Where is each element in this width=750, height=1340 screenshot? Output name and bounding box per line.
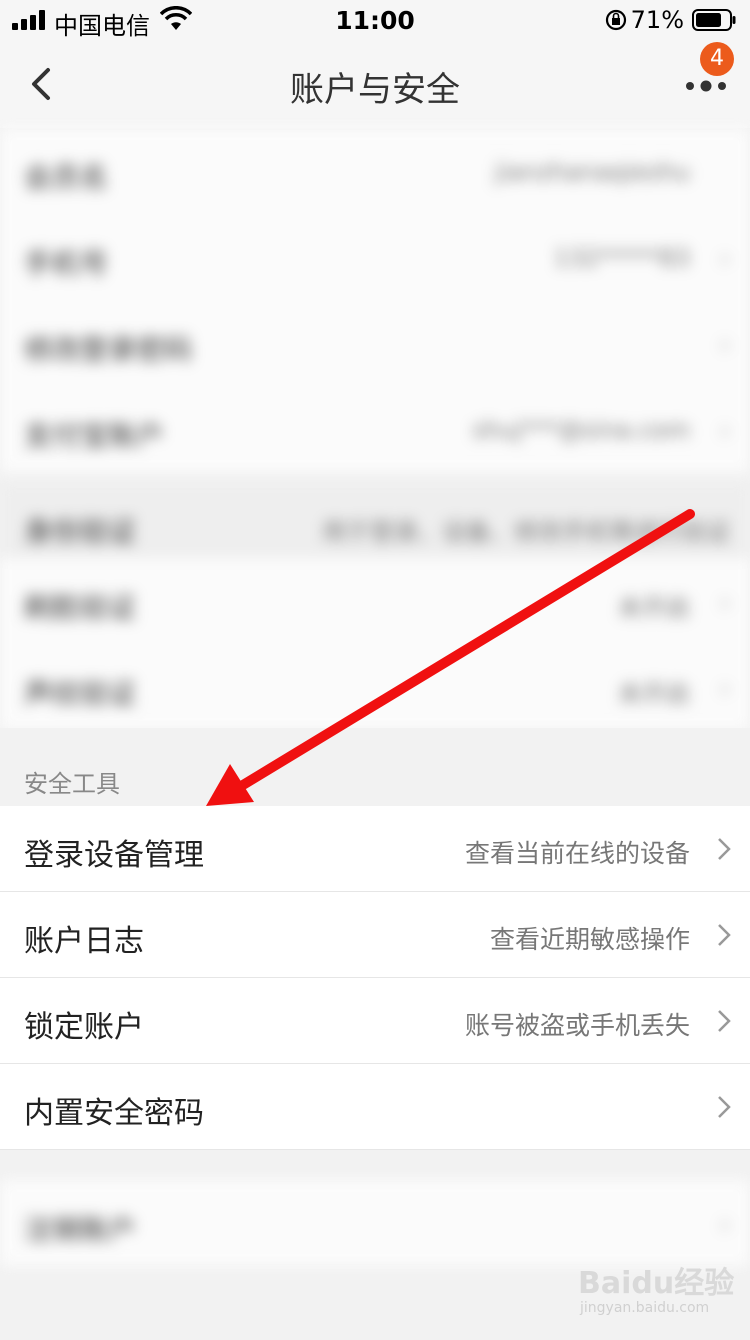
blurred-label: 手机号: [24, 247, 109, 280]
menu-item-label: 内置安全密码: [24, 1096, 204, 1131]
chevron-right-icon: ›: [719, 588, 730, 618]
notification-badge: 4: [700, 42, 734, 76]
chevron-right-icon: ›: [719, 244, 730, 274]
blurred-value: 未开启: [618, 680, 690, 708]
rotation-lock-icon: [605, 9, 627, 31]
chevron-right-icon: ›: [719, 674, 730, 704]
blurred-label: 会员名: [24, 161, 109, 194]
watermark-url: jingyan.baidu.com: [580, 1300, 710, 1316]
chevron-right-icon: [718, 1010, 731, 1032]
blurred-row-voice: 声纹验证 未开启 ›: [0, 644, 750, 730]
blurred-row-face: 刷脸验证 未开启 ›: [0, 558, 750, 644]
page-title: 账户与安全: [290, 70, 460, 110]
blurred-label: 刷脸验证: [24, 591, 137, 624]
blurred-label: 支付宝账户: [24, 419, 165, 452]
battery-icon: [692, 9, 736, 31]
blurred-value: jianzhanaqieshu: [494, 158, 690, 186]
menu-item-label: 锁定账户: [24, 1010, 144, 1045]
chevron-right-icon: ›: [719, 330, 730, 360]
security-tools-list: 登录设备管理 查看当前在线的设备 账户日志 查看近期敏感操作 锁定账户 账号被盗…: [0, 806, 750, 1150]
blurred-label: 注销账户: [24, 1213, 137, 1246]
menu-item-builtin-password[interactable]: 内置安全密码: [0, 1064, 750, 1150]
chevron-right-icon: [718, 1096, 731, 1118]
nav-bar: 账户与安全 4: [0, 40, 750, 128]
chevron-right-icon: [718, 924, 731, 946]
chevron-right-icon: ›: [719, 416, 730, 446]
battery-percent: 71%: [630, 6, 684, 34]
more-icon[interactable]: [680, 74, 732, 98]
status-bar: 中国电信 11:00 71%: [0, 0, 750, 40]
watermark-brand: Baidu经验: [578, 1266, 735, 1301]
baidu-watermark: Baidu经验 jingyan.baidu.com: [574, 1256, 744, 1326]
menu-item-desc: 账号被盗或手机丢失: [464, 1011, 690, 1040]
blurred-row-identity: 身份验证 用于登录、设备、修改手机等进行验证: [0, 482, 750, 568]
menu-item-desc: 查看近期敏感操作: [489, 925, 690, 954]
blurred-row-phone: 手机号 132*****83 ›: [0, 214, 750, 300]
menu-item-label: 账户日志: [24, 924, 144, 959]
blurred-label: 身份验证: [24, 515, 137, 548]
chevron-right-icon: [718, 838, 731, 860]
blurred-label: 声纹验证: [24, 677, 137, 710]
menu-item-desc: 查看当前在线的设备: [464, 839, 690, 868]
section-header-security-tools: 安全工具: [0, 728, 750, 806]
blurred-row-password: 修改登录密码 ›: [0, 300, 750, 386]
blurred-value: 未开启: [618, 594, 690, 622]
blurred-row-deregister: 注销账户 ›: [0, 1180, 750, 1266]
menu-item-login-devices[interactable]: 登录设备管理 查看当前在线的设备: [0, 806, 750, 892]
blurred-value: shuj***@sina.com: [472, 416, 690, 444]
blurred-value: 132*****83: [553, 244, 690, 272]
blurred-value: 用于登录、设备、修改手机等进行验证: [322, 518, 730, 546]
menu-item-lock-account[interactable]: 锁定账户 账号被盗或手机丢失: [0, 978, 750, 1064]
section-title: 安全工具: [24, 770, 120, 798]
blurred-account-info: 会员名 jianzhanaqieshu 手机号 132*****83 › 修改登…: [0, 128, 750, 730]
blurred-label: 修改登录密码: [24, 333, 193, 366]
blurred-row-membername: 会员名 jianzhanaqieshu: [0, 128, 750, 214]
blurred-row-alipay: 支付宝账户 shuj***@sina.com ›: [0, 386, 750, 472]
menu-item-account-log[interactable]: 账户日志 查看近期敏感操作: [0, 892, 750, 978]
chevron-right-icon: ›: [719, 1210, 730, 1240]
menu-item-label: 登录设备管理: [24, 838, 204, 873]
